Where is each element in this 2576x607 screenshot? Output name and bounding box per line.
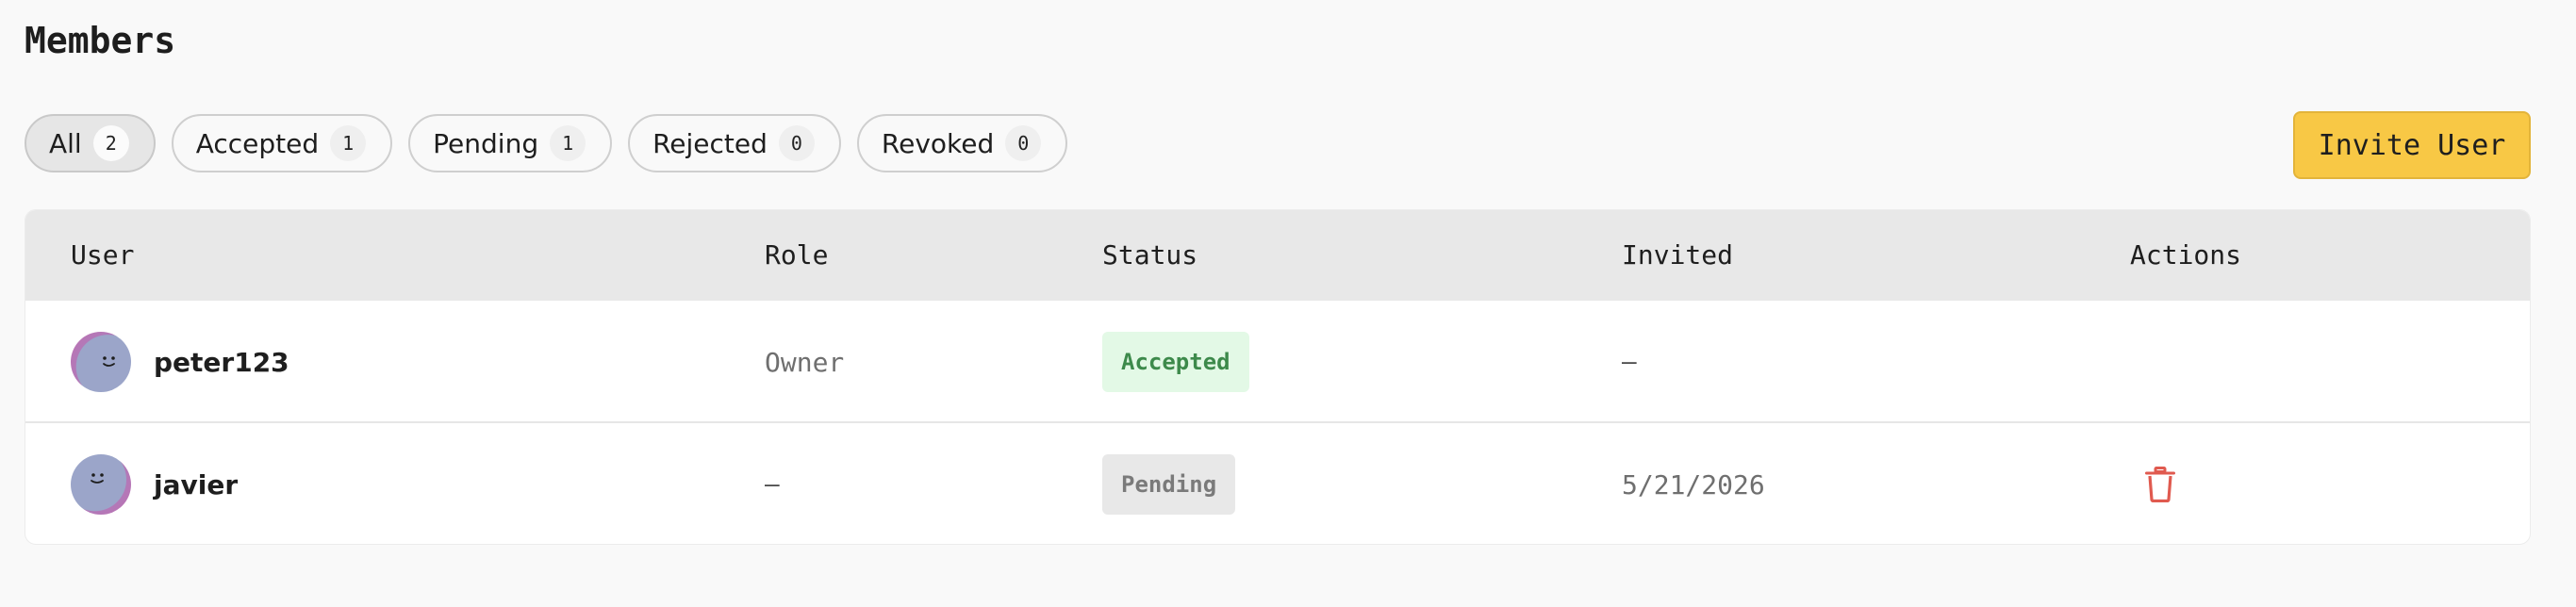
filter-revoked[interactable]: Revoked 0 <box>856 114 1068 172</box>
column-header-invited: Invited <box>1622 239 1734 271</box>
role-text: Owner <box>765 346 845 378</box>
role-text: — <box>765 470 780 499</box>
invited-cell: 5/21/2026 <box>1622 423 1765 544</box>
role-cell: Owner <box>765 301 844 423</box>
avatar <box>71 332 131 392</box>
invited-date: 5/21/2026 <box>1622 468 1765 500</box>
username: peter123 <box>154 346 289 378</box>
filter-all[interactable]: All 2 <box>25 114 156 172</box>
user-cell: peter123 <box>71 301 289 423</box>
status-cell: Accepted <box>1102 301 1249 423</box>
invited-cell: — <box>1622 301 1637 423</box>
table-header: User Role Status Invited Actions <box>25 210 2530 301</box>
filter-count-badge: 2 <box>92 125 129 161</box>
invited-date: — <box>1622 348 1637 376</box>
face-icon <box>91 473 104 484</box>
actions-cell <box>2141 423 2179 544</box>
filter-accepted[interactable]: Accepted 1 <box>171 114 393 172</box>
status-cell: Pending <box>1102 423 1236 544</box>
filter-label: Pending <box>433 127 539 159</box>
filter-pending[interactable]: Pending 1 <box>408 114 613 172</box>
role-cell: — <box>765 423 780 544</box>
filter-rejected[interactable]: Rejected 0 <box>628 114 841 172</box>
filter-count-badge: 0 <box>778 125 815 161</box>
delete-member-button[interactable] <box>2141 464 2179 505</box>
column-header-role: Role <box>765 239 829 271</box>
column-header-actions: Actions <box>2130 239 2242 271</box>
user-cell: javier <box>71 423 239 544</box>
filter-count-badge: 1 <box>550 125 586 161</box>
column-header-user: User <box>71 239 135 271</box>
trash-icon <box>2145 467 2175 502</box>
filter-label: All <box>49 127 82 159</box>
avatar <box>71 454 131 515</box>
username: javier <box>154 468 239 500</box>
status-badge: Accepted <box>1102 332 1249 392</box>
face-icon <box>103 356 115 367</box>
page-title: Members <box>25 20 176 61</box>
filter-label: Rejected <box>652 127 768 159</box>
table-row: javier — Pending 5/21/2026 <box>25 423 2530 544</box>
invite-user-button[interactable]: Invite User <box>2293 111 2531 179</box>
filter-label: Accepted <box>195 127 320 159</box>
filter-count-badge: 1 <box>330 125 367 161</box>
column-header-status: Status <box>1102 239 1198 271</box>
members-table: User Role Status Invited Actions peter12… <box>25 209 2531 545</box>
filter-label: Revoked <box>881 127 995 159</box>
status-filter-bar: All 2 Accepted 1 Pending 1 Rejected 0 Re… <box>25 114 1068 172</box>
table-row: peter123 Owner Accepted — <box>25 301 2530 423</box>
filter-count-badge: 0 <box>1005 125 1042 161</box>
status-badge: Pending <box>1102 454 1236 515</box>
